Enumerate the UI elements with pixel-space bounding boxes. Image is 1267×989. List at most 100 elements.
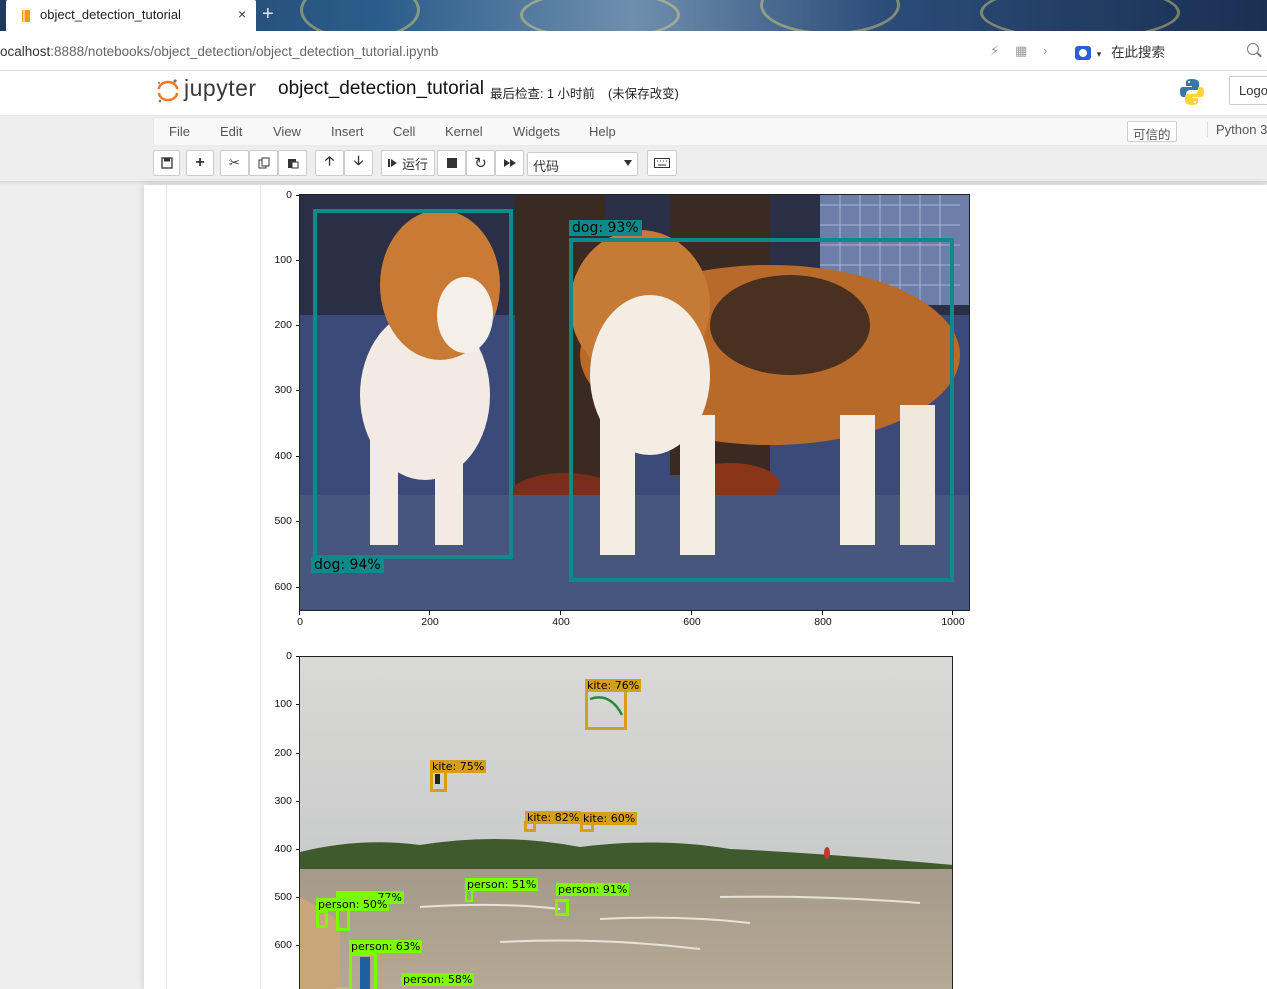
dogs-image: dog: 94% dog: 93% — [299, 194, 970, 611]
trusted-indicator[interactable]: 可信的 — [1127, 121, 1177, 142]
browser-tab-strip: object_detection_tutorial × + — [0, 0, 1267, 31]
bounding-box-dog — [313, 209, 513, 559]
y-tick-label: 0 — [262, 189, 300, 201]
save-icon — [160, 157, 173, 169]
detection-label: person: 51% — [465, 878, 539, 891]
y-tick-label: 100 — [262, 698, 300, 710]
menu-view[interactable]: View — [273, 124, 301, 139]
wallpaper-swirl — [520, 0, 680, 31]
interrupt-button[interactable] — [437, 150, 466, 176]
menu-edit[interactable]: Edit — [220, 124, 242, 139]
paste-button[interactable] — [278, 150, 307, 176]
y-tick-label: 200 — [262, 319, 300, 331]
notebook-favicon-icon — [22, 10, 30, 22]
detection-label: dog: 94% — [311, 557, 384, 573]
restart-button[interactable]: ↻ — [466, 150, 495, 176]
search-engine-icon[interactable] — [1075, 46, 1091, 61]
y-tick-label: 100 — [262, 254, 300, 266]
search-icon[interactable] — [1247, 43, 1259, 55]
y-tick-label: 300 — [262, 384, 300, 396]
x-tick-label: 1000 — [933, 611, 973, 628]
new-tab-button[interactable]: + — [262, 3, 274, 26]
copy-icon — [258, 157, 269, 169]
menu-widgets[interactable]: Widgets — [513, 124, 560, 139]
detection-label: kite: 82% — [525, 811, 582, 824]
logout-button[interactable]: Logo — [1229, 76, 1267, 105]
detection-label: person: 91% — [556, 883, 630, 896]
x-tick-label: 800 — [803, 611, 843, 628]
menu-file[interactable]: File — [169, 124, 190, 139]
insert-cell-button[interactable]: + — [186, 150, 214, 176]
x-tick-label: 400 — [541, 611, 581, 628]
arrow-up-icon: 🡡 — [324, 153, 335, 168]
detection-label: dog: 93% — [569, 220, 642, 236]
bounding-box-person — [349, 953, 377, 989]
detection-label: kite: 76% — [585, 679, 642, 692]
output-prompt-border — [260, 185, 261, 989]
wallpaper-swirl — [300, 0, 420, 31]
tab-close-icon[interactable]: × — [238, 6, 246, 22]
y-tick-label: 0 — [262, 650, 300, 662]
cell-type-select[interactable]: 代码 — [527, 152, 638, 176]
x-tick-label: 200 — [410, 611, 450, 628]
tab-title: object_detection_tutorial — [40, 7, 181, 22]
detection-label: person: 50% — [316, 898, 390, 911]
x-tick-label: 0 — [280, 611, 320, 628]
url-field[interactable]: ocalhost:8888/notebooks/object_detection… — [0, 44, 438, 59]
paste-icon — [287, 159, 298, 169]
chevron-right-icon[interactable]: › — [1043, 43, 1047, 58]
menu-cell[interactable]: Cell — [393, 124, 415, 139]
jupyter-logo-text[interactable]: jupyter — [184, 75, 257, 102]
menubar: File Edit View Insert Cell Kernel Widget… — [153, 117, 1267, 146]
cut-button[interactable]: ✂ — [220, 150, 249, 176]
jupyter-logo-icon[interactable] — [156, 77, 180, 105]
autosave-status: (未保存改变) — [608, 87, 679, 101]
bounding-box-person — [555, 899, 569, 916]
x-tick-label: 600 — [672, 611, 712, 628]
python-logo-icon — [1180, 79, 1204, 105]
last-checkpoint: 最后检查: 1 小时前 — [490, 87, 595, 101]
refresh-icon: ↻ — [474, 155, 487, 172]
search-box[interactable]: ▾ 在此搜索 — [1075, 41, 1165, 61]
y-tick-label: 500 — [262, 891, 300, 903]
move-up-button[interactable]: 🡡 — [315, 150, 344, 176]
bounding-box-kite — [430, 770, 447, 792]
y-tick-label: 500 — [262, 515, 300, 527]
y-tick-label: 400 — [262, 450, 300, 462]
step-forward-icon — [387, 159, 397, 167]
url-path: :8888/notebooks/object_detection/object_… — [50, 44, 439, 59]
command-palette-button[interactable] — [647, 150, 677, 176]
run-button[interactable]: 运行 — [381, 150, 435, 176]
keyboard-icon — [654, 158, 670, 168]
copy-button[interactable] — [249, 150, 278, 176]
qr-code-icon[interactable]: ▦ — [1015, 43, 1027, 59]
detection-label: person: 58% — [401, 973, 475, 986]
wallpaper-swirl — [980, 0, 1180, 31]
menu-insert[interactable]: Insert — [331, 124, 364, 139]
cell-type-value: 代码 — [533, 159, 560, 174]
arrow-down-icon: 🡣 — [353, 153, 364, 168]
run-label: 运行 — [401, 156, 428, 172]
y-tick-label: 600 — [262, 939, 300, 951]
wallpaper-swirl — [760, 0, 900, 31]
move-down-button[interactable]: 🡣 — [344, 150, 373, 176]
lightning-icon[interactable]: ⚡ — [990, 43, 999, 59]
notebook-name[interactable]: object_detection_tutorial — [278, 78, 484, 100]
y-tick-label: 200 — [262, 747, 300, 759]
browser-tab-active[interactable]: object_detection_tutorial × — [6, 0, 256, 31]
jupyter-header: jupyter object_detection_tutorial 最后检查: … — [0, 71, 1267, 116]
restart-run-all-button[interactable] — [495, 150, 524, 176]
save-button[interactable] — [153, 150, 180, 176]
search-placeholder: 在此搜索 — [1111, 45, 1166, 60]
address-bar: ocalhost:8888/notebooks/object_detection… — [0, 31, 1267, 71]
fast-forward-icon — [503, 159, 516, 167]
stop-icon — [446, 158, 457, 168]
menu-kernel[interactable]: Kernel — [445, 124, 483, 139]
bounding-box-person — [316, 910, 328, 928]
menu-help[interactable]: Help — [589, 124, 616, 139]
y-tick-label: 600 — [262, 581, 300, 593]
url-host: ocalhost — [0, 44, 51, 59]
chevron-down-icon[interactable]: ▾ — [1097, 49, 1102, 59]
y-tick-label: 400 — [262, 843, 300, 855]
scissors-icon: ✂ — [229, 155, 240, 170]
